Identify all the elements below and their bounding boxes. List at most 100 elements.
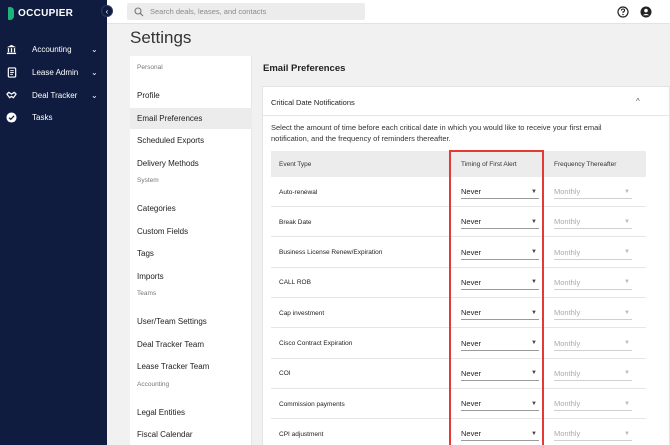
menu-item-fiscal-calendar[interactable]: Fiscal Calendar [130, 424, 252, 445]
timing-select[interactable]: Never ▼ [461, 337, 539, 351]
menu-item-user-team-settings[interactable]: User/Team Settings [130, 311, 252, 332]
caret-down-icon: ▼ [624, 309, 630, 316]
timing-select[interactable]: Never ▼ [461, 427, 539, 442]
menu-item-scheduled-exports[interactable]: Scheduled Exports [130, 130, 252, 151]
timing-select[interactable]: Never ▼ [461, 276, 539, 290]
timing-select[interactable]: Never ▼ [461, 215, 539, 230]
timing-value: Never [461, 217, 482, 227]
menu-section-label: Personal [137, 64, 163, 71]
frequency-select: Monthly ▼ [554, 427, 632, 442]
caret-down-icon: ▼ [531, 188, 537, 195]
menu-item-profile[interactable]: Profile [130, 85, 252, 106]
caret-down-icon: ▼ [531, 309, 537, 316]
frequency-select: Monthly ▼ [554, 276, 632, 290]
handshake-icon [6, 90, 17, 101]
user-icon[interactable] [640, 6, 652, 18]
sidebar-item-label: Accounting [32, 44, 72, 54]
sidebar: OCCUPIER Accounting ⌄ Lease Admin ⌄ Deal… [0, 0, 107, 445]
caret-down-icon: ▼ [531, 400, 537, 407]
table-row: CPI adjustment Never ▼ Monthly ▼ [271, 419, 646, 445]
frequency-value: Monthly [554, 308, 581, 318]
timing-value: Never [461, 247, 482, 257]
caret-down-icon: ▼ [624, 400, 630, 407]
frequency-select: Monthly ▼ [554, 185, 632, 199]
frequency-select: Monthly ▼ [554, 337, 632, 351]
menu-item-legal-entities[interactable]: Legal Entities [130, 402, 252, 423]
chevron-down-icon: ⌄ [91, 90, 98, 100]
sidebar-item-label: Tasks [32, 112, 53, 122]
timing-value: Never [461, 308, 482, 318]
table-row: Break Date Never ▼ Monthly ▼ [271, 207, 646, 238]
search-box[interactable] [127, 3, 365, 20]
chevron-up-icon[interactable]: ^ [636, 97, 640, 106]
timing-select[interactable]: Never ▼ [461, 185, 539, 199]
menu-item-deal-tracker-team[interactable]: Deal Tracker Team [130, 334, 252, 355]
timing-select[interactable]: Never ▼ [461, 397, 539, 412]
table-row: Business License Renew/Expiration Never ▼ M… [271, 238, 646, 268]
occupier-logo-icon [8, 6, 14, 20]
search-icon [134, 6, 144, 16]
sidebar-item-tasks[interactable]: Tasks [0, 108, 107, 126]
timing-value: Never [461, 368, 482, 378]
menu-item-email-preferences[interactable]: Email Preferences [130, 107, 252, 129]
menu-item-tags[interactable]: Tags [130, 243, 252, 264]
settings-menu: Personal Profile Email Preferences Schedule… [130, 56, 252, 445]
frequency-value: Monthly [554, 429, 581, 439]
frequency-select: Monthly ▼ [554, 367, 632, 381]
menu-item-lease-tracker-team[interactable]: Lease Tracker Team [130, 356, 252, 377]
table-row: Auto-renewal Never ▼ Monthly ▼ [271, 177, 646, 207]
caret-down-icon: ▼ [531, 370, 537, 377]
sidebar-item-label: Lease Admin [32, 67, 79, 77]
sidebar-item-lease-admin[interactable]: Lease Admin ⌄ [0, 63, 107, 81]
event-type-cell: CPI adjustment [279, 430, 324, 438]
timing-select[interactable]: Never ▼ [461, 246, 539, 260]
frequency-value: Monthly [554, 247, 581, 257]
column-header-frequency: Frequency Thereafter [554, 160, 617, 168]
help-icon[interactable] [617, 6, 629, 18]
column-header-event-type: Event Type [279, 160, 312, 168]
menu-item-imports[interactable]: Imports [130, 266, 252, 287]
event-type-cell: Business License Renew/Expiration [279, 249, 383, 257]
menu-item-categories[interactable]: Categories [130, 198, 252, 219]
bank-icon [6, 44, 17, 55]
timing-select[interactable]: Never ▼ [461, 306, 539, 321]
frequency-value: Monthly [554, 338, 581, 348]
caret-down-icon: ▼ [624, 249, 630, 256]
table-row: Commission payments Never ▼ Monthly ▼ [271, 389, 646, 420]
chevron-down-icon: ⌄ [91, 67, 98, 77]
timing-select[interactable]: Never ▼ [461, 367, 539, 381]
menu-item-custom-fields[interactable]: Custom Fields [130, 221, 252, 242]
column-header-timing: Timing of First Alert [461, 160, 517, 168]
timing-value: Never [461, 187, 482, 196]
sidebar-item-accounting[interactable]: Accounting ⌄ [0, 40, 107, 58]
caret-down-icon: ▼ [624, 279, 630, 286]
top-bar [107, 0, 670, 24]
caret-down-icon: ▼ [624, 340, 630, 346]
menu-section-label: Accounting [137, 380, 170, 388]
document-icon [6, 66, 17, 78]
table-header: Event Type Timing of First Alert Frequen… [271, 151, 646, 177]
collapse-sidebar-button[interactable]: ‹ [101, 5, 113, 17]
search-input[interactable] [150, 7, 350, 16]
critical-date-notifications-card: Critical Date Notifications ^ Select the… [262, 86, 670, 445]
page-title: Settings [130, 28, 192, 47]
frequency-value: Monthly [554, 368, 581, 378]
event-type-cell: Cap investment [279, 309, 325, 317]
card-header[interactable]: Critical Date Notifications [271, 98, 355, 107]
menu-section-label: System [137, 177, 159, 184]
caret-down-icon: ▼ [624, 430, 630, 437]
caret-down-icon: ▼ [531, 249, 537, 256]
sidebar-item-deal-tracker[interactable]: Deal Tracker ⌄ [0, 86, 107, 104]
timing-value: Never [461, 338, 482, 348]
caret-down-icon: ▼ [624, 218, 630, 225]
caret-down-icon: ▼ [531, 340, 537, 346]
timing-value: Never [461, 277, 482, 287]
caret-down-icon: ▼ [531, 430, 537, 437]
menu-item-delivery-methods[interactable]: Delivery Methods [130, 153, 252, 174]
table-row: CALL ROB Never ▼ Monthly ▼ [271, 268, 646, 298]
caret-down-icon: ▼ [531, 279, 537, 286]
table-row: COI Never ▼ Monthly ▼ [271, 359, 646, 389]
timing-value: Never [461, 429, 482, 439]
logo[interactable]: OCCUPIER [8, 6, 73, 20]
table-row: Cisco Contract Expiration Never ▼ Monthly ▼ [271, 329, 646, 359]
